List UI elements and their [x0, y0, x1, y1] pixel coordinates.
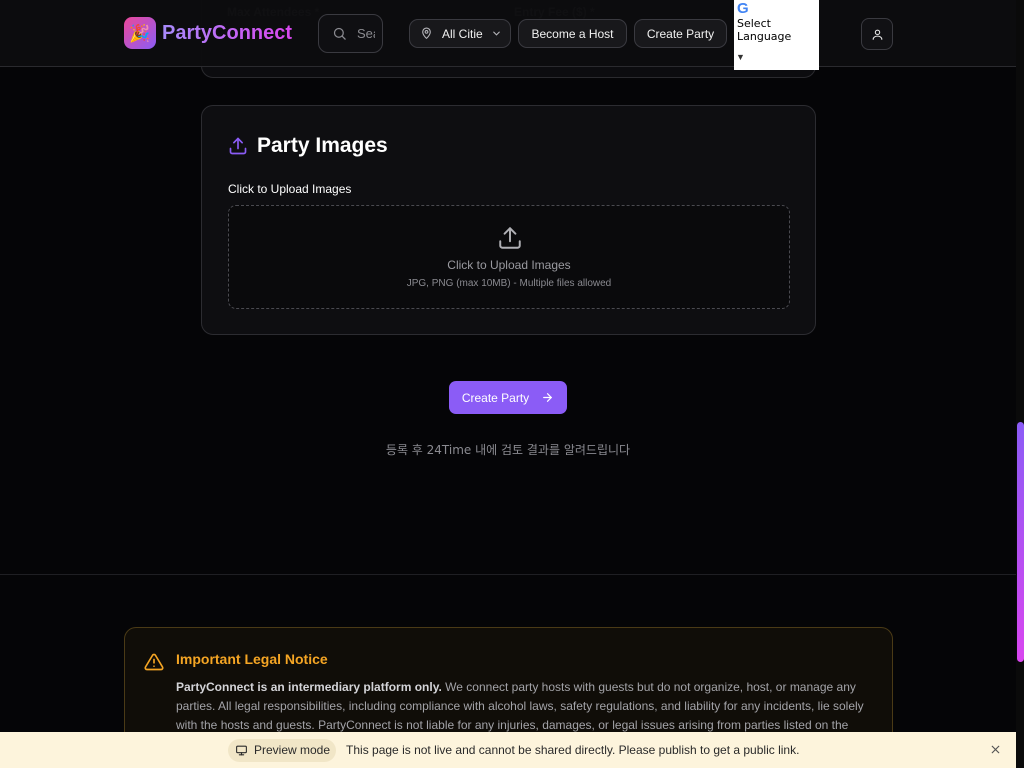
legal-notice-text: PartyConnect is an intermediary platform…	[176, 678, 874, 735]
language-select-label: Select Language	[737, 17, 792, 43]
legal-notice-lead: PartyConnect is an intermediary platform…	[176, 680, 442, 694]
search-icon	[333, 27, 346, 40]
preview-message: This page is not live and cannot be shar…	[346, 743, 800, 757]
create-party-submit-button[interactable]: Create Party	[449, 381, 567, 414]
language-selector[interactable]: G Select Language ▼	[734, 0, 819, 70]
dropdown-caret-icon: ▼	[736, 52, 745, 62]
preview-badge: Preview mode	[228, 738, 337, 762]
brand-name: PartyConnect	[162, 21, 293, 44]
chevron-down-icon	[492, 31, 500, 36]
page-scrollbar[interactable]	[1016, 0, 1024, 768]
search-input[interactable]	[357, 26, 375, 41]
dropzone-hint: JPG, PNG (max 10MB) - Multiple files all…	[406, 278, 612, 289]
section-title: Party Images	[257, 134, 388, 157]
upload-icon	[229, 137, 247, 155]
close-icon[interactable]	[989, 743, 1002, 756]
page: Max Attendees * Entry Fee ($) * 🎉 PartyC…	[0, 0, 1024, 768]
city-select-label: All Citie	[442, 26, 483, 41]
create-party-nav-button[interactable]: Create Party	[634, 19, 727, 48]
alert-triangle-icon	[144, 653, 164, 671]
image-dropzone[interactable]: Click to Upload Images JPG, PNG (max 10M…	[228, 205, 790, 309]
user-menu-button[interactable]	[861, 18, 893, 50]
google-icon: G	[737, 0, 749, 17]
monitor-icon	[236, 745, 247, 755]
arrow-right-icon	[541, 391, 554, 404]
upload-icon	[499, 227, 521, 249]
dropzone-title: Click to Upload Images	[447, 258, 571, 272]
section-header: Party Images	[228, 134, 388, 158]
legal-notice-title: Important Legal Notice	[176, 651, 328, 667]
map-pin-icon	[422, 27, 431, 39]
scrollbar-thumb[interactable]	[1017, 422, 1024, 662]
brand-logo[interactable]: 🎉 PartyConnect	[124, 17, 292, 49]
section-divider	[0, 574, 1016, 575]
submit-label: Create Party	[461, 390, 530, 405]
preview-mode-bar: Preview mode This page is not live and c…	[0, 732, 1016, 768]
search-box[interactable]	[318, 14, 383, 53]
preview-badge-label: Preview mode	[254, 743, 331, 757]
city-select[interactable]: All Citie	[409, 19, 511, 48]
party-popper-icon: 🎉	[124, 17, 156, 49]
review-notice: 등록 후 24Time 내에 검토 결과를 알려드립니다	[385, 443, 631, 457]
become-host-button[interactable]: Become a Host	[518, 19, 627, 48]
party-images-card: Party Images Click to Upload Images Clic…	[201, 105, 816, 335]
user-icon	[872, 29, 882, 40]
upload-label: Click to Upload Images	[228, 182, 352, 196]
